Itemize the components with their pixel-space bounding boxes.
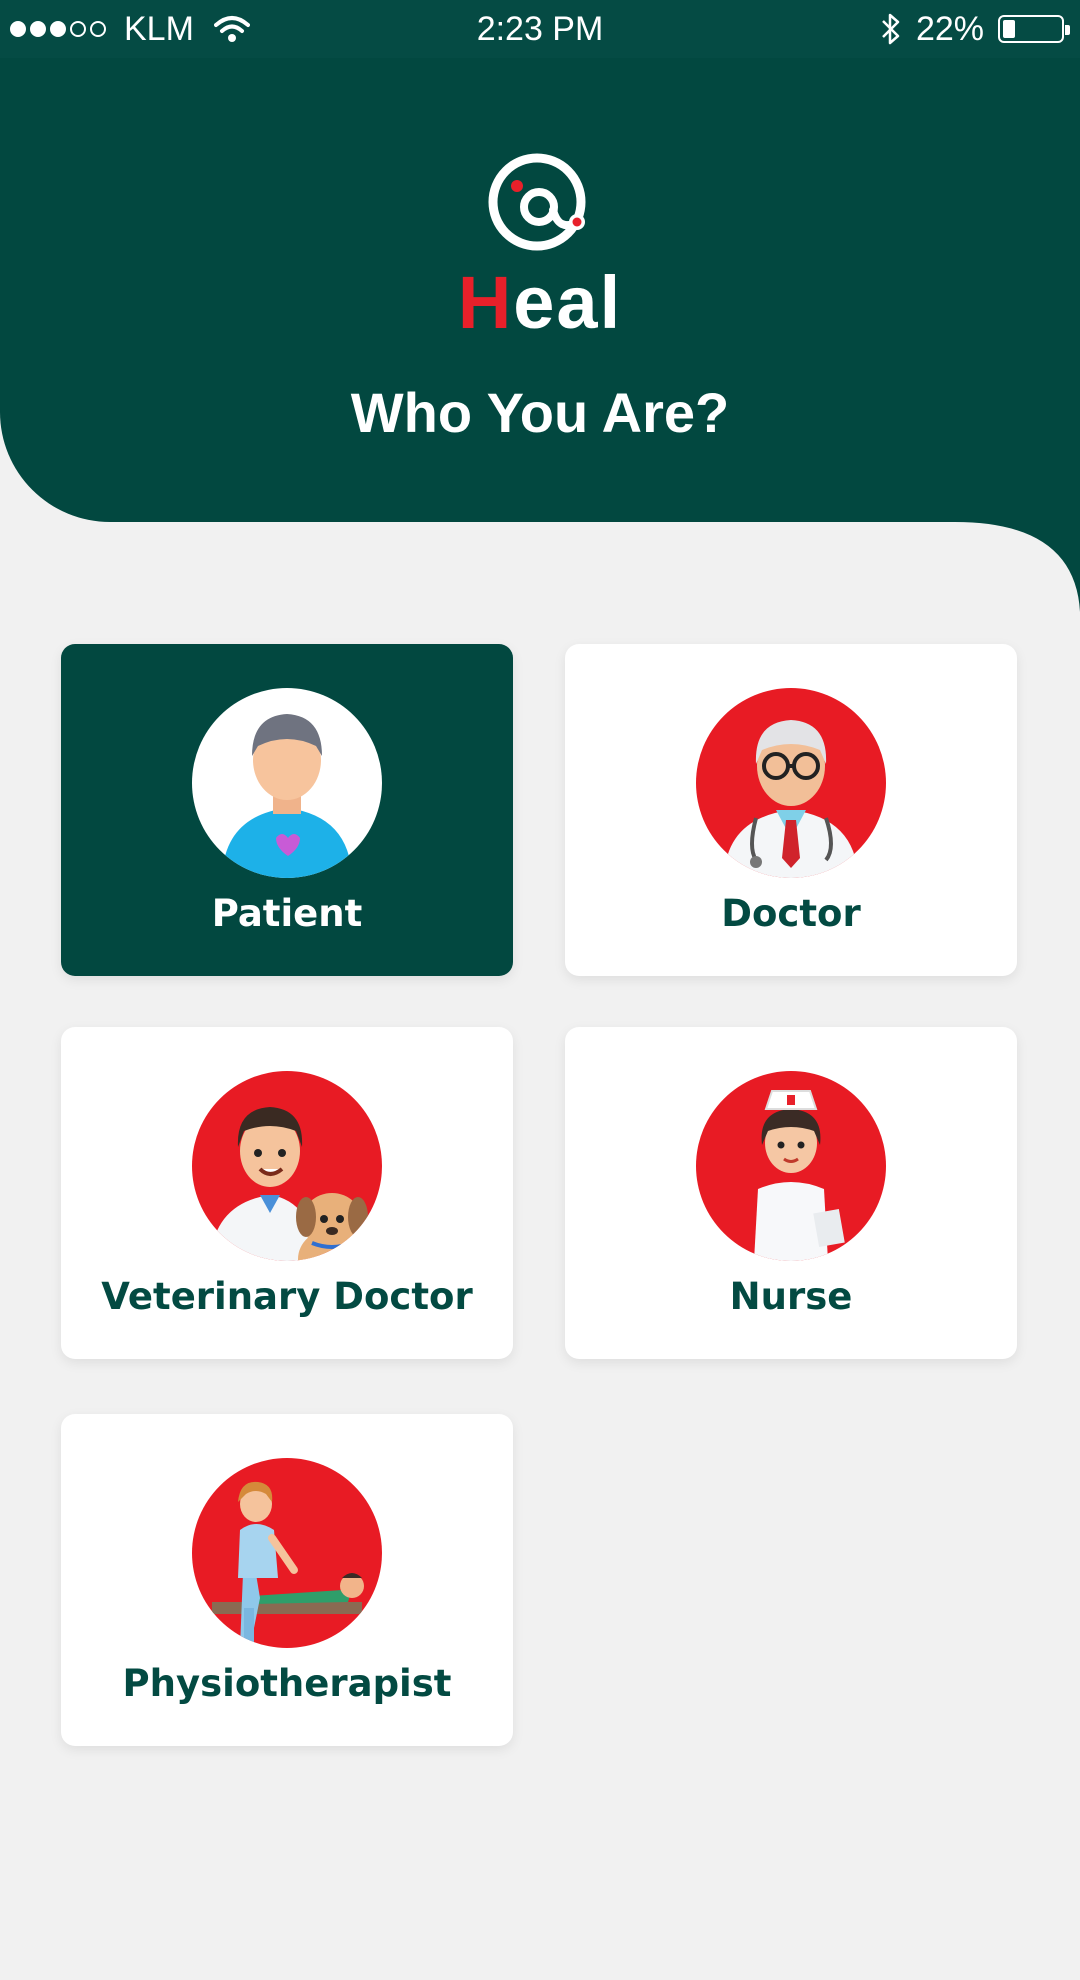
battery-icon — [998, 15, 1070, 43]
bluetooth-icon — [882, 13, 900, 45]
role-card-nurse[interactable]: Nurse — [565, 1027, 1017, 1359]
heal-logo-mark-icon — [488, 153, 586, 251]
role-card-patient[interactable]: Patient — [61, 644, 513, 976]
page-title: Who You Are? — [350, 381, 730, 444]
brand-name: Heal — [458, 260, 622, 345]
veterinary-doctor-icon — [192, 1071, 382, 1261]
role-card-doctor[interactable]: Doctor — [565, 644, 1017, 976]
brand-name-rest: eal — [513, 261, 623, 344]
brand-name-first-letter: H — [457, 261, 514, 344]
header-curve — [0, 522, 1080, 612]
nurse-icon — [696, 1071, 886, 1261]
physiotherapist-icon — [192, 1458, 382, 1648]
patient-icon — [192, 688, 382, 878]
role-label: Physiotherapist — [122, 1662, 452, 1705]
role-label: Nurse — [729, 1275, 853, 1318]
app-logo: Heal — [0, 150, 1080, 345]
role-label: Patient — [211, 892, 363, 935]
role-card-veterinary-doctor[interactable]: Veterinary Doctor — [61, 1027, 513, 1359]
role-label: Veterinary Doctor — [101, 1275, 473, 1318]
doctor-icon — [696, 688, 886, 878]
role-label: Doctor — [721, 892, 861, 935]
role-card-physiotherapist[interactable]: Physiotherapist — [61, 1414, 513, 1746]
battery-percent: 22% — [915, 9, 984, 48]
status-bar: KLM 2:23 PM 22% — [0, 0, 1080, 58]
